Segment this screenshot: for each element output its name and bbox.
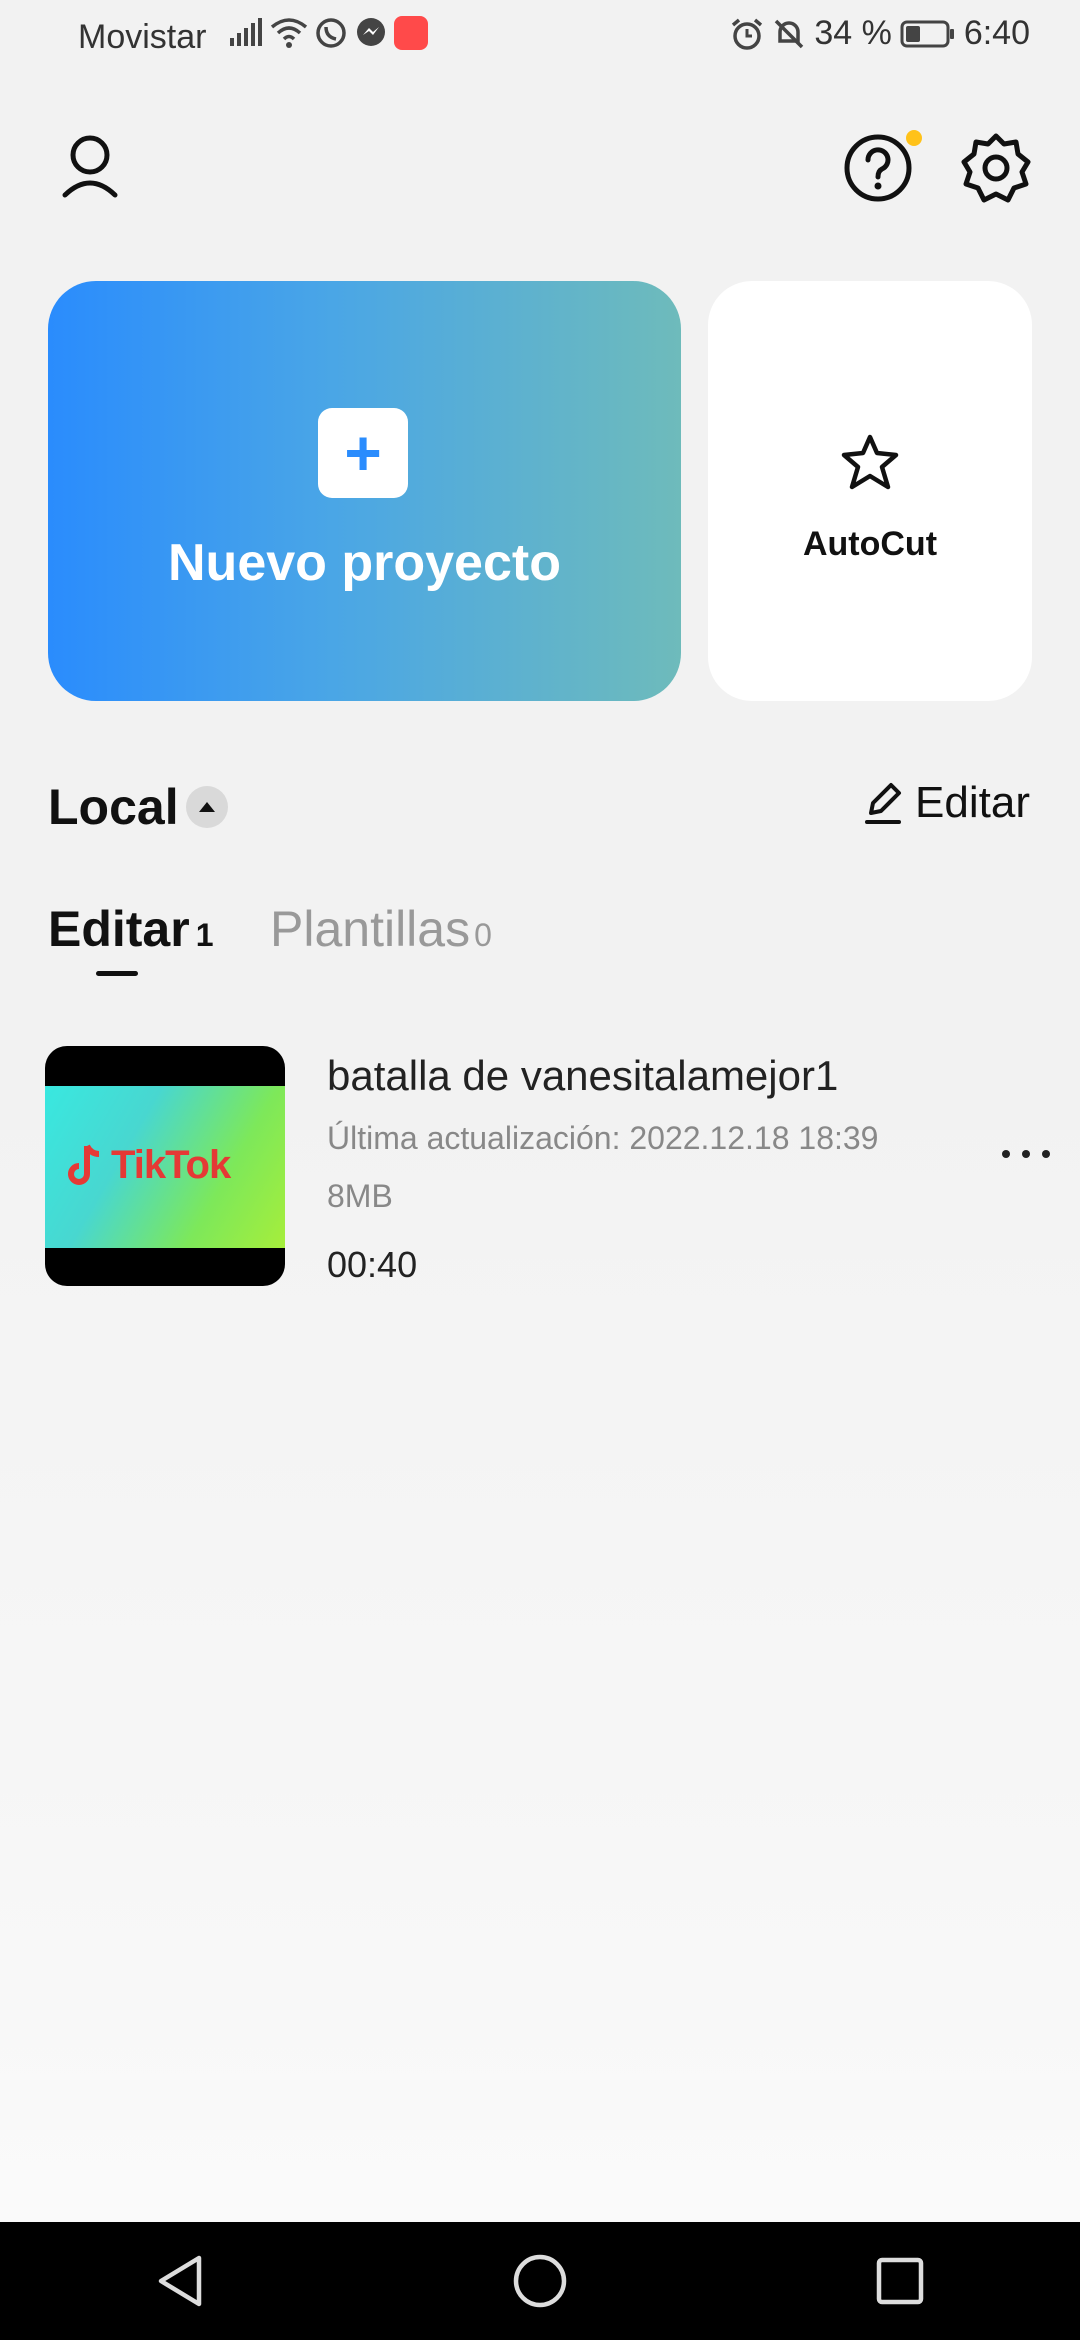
new-project-label: Nuevo proyecto <box>168 534 561 592</box>
thumbnail-image: TikTok <box>45 1086 285 1248</box>
project-size: 8MB <box>327 1178 393 1214</box>
dot-icon <box>1022 1150 1030 1158</box>
tiktok-logo: TikTok <box>67 1142 231 1188</box>
home-button[interactable] <box>480 2253 600 2309</box>
tab-editar[interactable]: Editar 1 <box>48 900 214 958</box>
dot-icon <box>1042 1150 1050 1158</box>
profile-button[interactable] <box>52 128 128 204</box>
messenger-icon <box>357 18 385 46</box>
project-duration: 00:40 <box>327 1244 418 1285</box>
settings-icon <box>961 133 1031 203</box>
autocut-card[interactable]: AutoCut <box>708 281 1032 701</box>
tab-label: Editar <box>48 901 190 957</box>
help-badge <box>906 130 922 146</box>
home-circle-icon <box>513 2254 567 2308</box>
battery-percent: 34 % <box>814 14 892 52</box>
dot-icon <box>1002 1150 1010 1158</box>
new-project-card[interactable]: + Nuevo proyecto <box>48 281 681 701</box>
help-icon <box>844 134 912 202</box>
status-icons-left <box>228 16 428 50</box>
tab-underline <box>96 971 138 976</box>
alarm-icon <box>732 18 763 50</box>
status-icons-right: 34 % 6:40 <box>730 14 1030 53</box>
project-title[interactable]: batalla de vanesitalamejor1 <box>327 1052 838 1100</box>
huawei-store-icon <box>394 16 428 50</box>
project-updated: Última actualización: 2022.12.18 18:39 <box>327 1120 879 1156</box>
plus-icon: + <box>318 408 408 498</box>
edit-label: Editar <box>915 778 1030 827</box>
status-bar: Movistar 34 % 6:40 <box>0 0 1080 76</box>
whatsapp-icon <box>316 18 346 48</box>
star-sparkle-icon <box>841 434 899 490</box>
tiktok-text: TikTok <box>111 1142 231 1187</box>
project-thumbnail[interactable]: TikTok <box>45 1046 285 1286</box>
battery-icon <box>900 20 954 47</box>
collapse-toggle[interactable] <box>186 786 228 828</box>
back-button[interactable] <box>120 2254 240 2308</box>
clock: 6:40 <box>963 14 1030 52</box>
edit-button[interactable]: Editar <box>863 778 1030 828</box>
settings-button[interactable] <box>954 126 1038 210</box>
caret-up-icon <box>199 802 215 812</box>
tab-count: 1 <box>195 917 214 953</box>
recents-square-icon <box>876 2257 924 2305</box>
back-triangle-icon <box>158 2255 202 2307</box>
tab-count: 0 <box>474 917 492 953</box>
signal-icon <box>230 18 262 46</box>
pencil-icon <box>865 783 902 824</box>
wifi-icon <box>270 18 308 48</box>
mute-bell-icon <box>775 19 804 48</box>
autocut-label: AutoCut <box>802 525 938 563</box>
recents-button[interactable] <box>840 2256 960 2306</box>
section-title: Local <box>48 779 179 835</box>
carrier-name: Movistar <box>78 18 207 56</box>
tab-label: Plantillas <box>270 901 471 957</box>
tiktok-note-icon <box>68 1144 100 1185</box>
profile-icon <box>62 135 118 198</box>
tab-plantillas[interactable]: Plantillas 0 <box>270 900 492 958</box>
more-options-button[interactable] <box>1002 1150 1050 1158</box>
navigation-bar <box>0 2222 1080 2340</box>
